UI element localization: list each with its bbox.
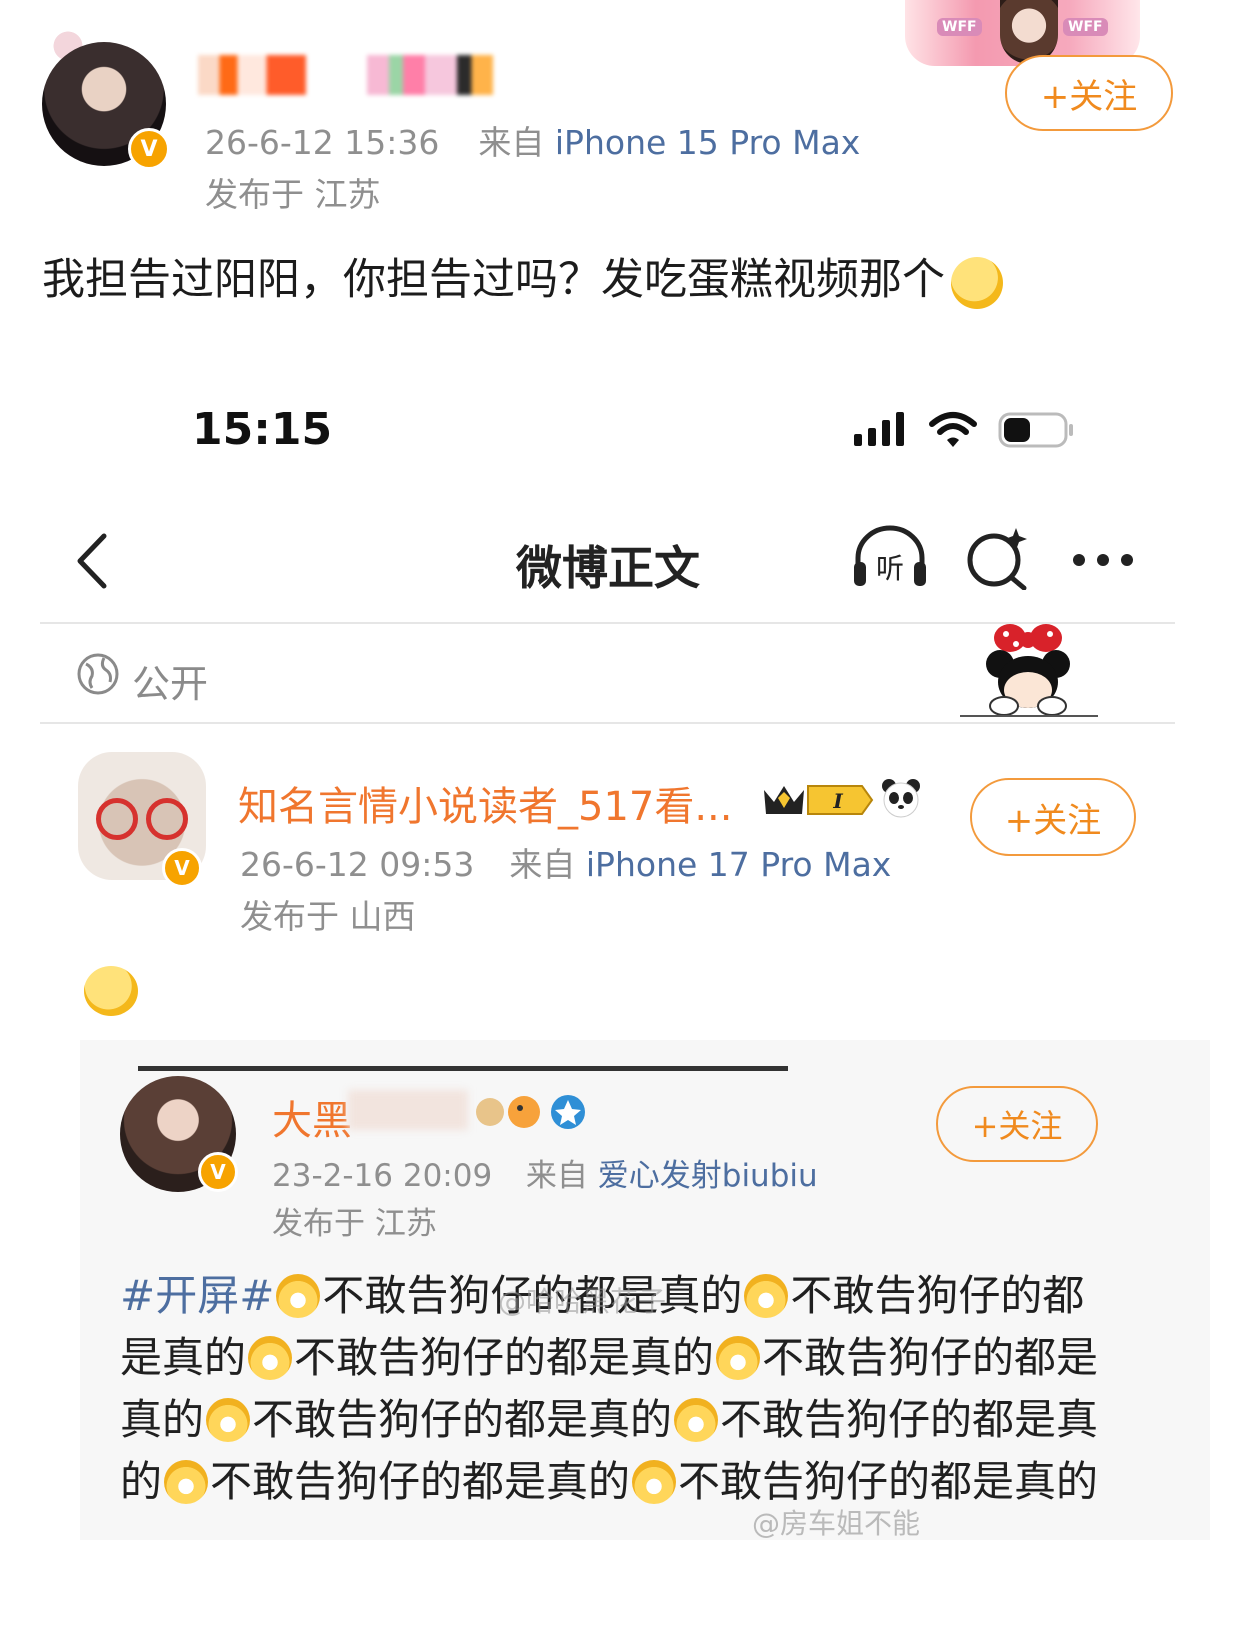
banner-tag: WFF: [937, 18, 982, 36]
repeated-phrase: 不敢告狗仔的都是真的: [678, 1457, 1099, 1506]
banner-tag: WFF: [1063, 18, 1108, 36]
repeated-phrase: 不敢告狗仔的都是真的: [210, 1457, 631, 1506]
author-name-redacted: [348, 1090, 468, 1130]
minnie-mouse-sticker: [960, 624, 1098, 717]
crown-level-badge-icon: I: [764, 785, 874, 815]
hashtag-link[interactable]: #开屏#: [120, 1271, 274, 1320]
signal-icon: [854, 412, 904, 446]
wifi-icon: [929, 412, 977, 447]
laughing-emoji-icon: [276, 1274, 321, 1318]
more-options-icon[interactable]: [1070, 540, 1136, 580]
listen-headphones-icon[interactable]: 听: [850, 524, 930, 590]
glasses-decoration: [96, 798, 138, 840]
source-prefix: 来自: [478, 123, 545, 162]
thinking-emoji-icon: [951, 256, 1003, 309]
post-location: 发布于 江苏: [272, 1206, 437, 1242]
post-location: 发布于 江苏: [205, 175, 381, 214]
author-name[interactable]: 大黑: [272, 1088, 352, 1146]
listen-label: 听: [876, 552, 904, 585]
battery-icon: [998, 412, 1073, 448]
follow-button[interactable]: +关注: [1005, 55, 1173, 131]
repeated-phrase: 不敢告狗仔的都是真的: [294, 1333, 715, 1382]
verified-badge-icon: V: [162, 848, 202, 888]
verified-badge-icon: V: [198, 1152, 238, 1192]
watermark: @哈哈黑花子: [498, 1285, 667, 1318]
grin-emoji-icon: [674, 1398, 719, 1442]
post-meta: 23-2-16 20:09 来自 爱心发射biubiu: [272, 1150, 818, 1195]
globe-icon: [77, 653, 119, 695]
grin-emoji-icon: [744, 1274, 789, 1318]
divider: [138, 1066, 788, 1071]
covering-eyes-emoji-icon: [84, 966, 138, 1016]
repeated-phrase: 不敢告狗仔的都是真的: [252, 1395, 673, 1444]
post-timestamp: 26-6-12 09:53: [240, 845, 475, 884]
grin-emoji-icon: [632, 1460, 677, 1504]
source-prefix: 来自: [509, 845, 576, 884]
follow-button[interactable]: +关注: [936, 1086, 1098, 1162]
post-location: 发布于 山西: [240, 897, 416, 936]
grin-emoji-icon: [164, 1460, 209, 1504]
verified-badge-icon: V: [128, 128, 170, 170]
grin-emoji-icon: [248, 1336, 293, 1380]
grin-emoji-icon: [206, 1398, 251, 1442]
source-device[interactable]: iPhone 15 Pro Max: [555, 123, 860, 162]
grin-emoji-icon: [716, 1336, 761, 1380]
source-prefix: 来自: [525, 1158, 588, 1194]
author-name-redacted[interactable]: [198, 55, 558, 95]
glasses-decoration: [146, 798, 188, 840]
author-name[interactable]: 知名言情小说读者_517看...: [238, 774, 733, 832]
post-body: 我担告过阳阳，你担告过吗？发吃蛋糕视频那个: [42, 255, 945, 305]
user-badges-icon: [476, 1095, 585, 1129]
source-device[interactable]: 爱心发射biubiu: [598, 1158, 818, 1194]
post-text: 我担告过阳阳，你担告过吗？发吃蛋糕视频那个: [42, 245, 1003, 309]
post-timestamp: 26-6-12 15:36: [205, 123, 440, 162]
post-meta: 26-6-12 15:36 来自 iPhone 15 Pro Max: [205, 116, 860, 164]
post-meta: 26-6-12 09:53 来自 iPhone 17 Pro Max: [240, 838, 891, 886]
source-device[interactable]: iPhone 17 Pro Max: [586, 845, 891, 884]
divider: [40, 722, 1175, 724]
follow-button[interactable]: +关注: [970, 778, 1136, 856]
ai-search-icon[interactable]: [964, 526, 1030, 590]
watermark: @房车姐不能: [752, 1507, 921, 1540]
status-time: 15:15: [192, 404, 333, 455]
visibility-label: 公开: [132, 662, 209, 706]
level-badge-text: I: [832, 789, 843, 813]
page-title: 微博正文: [516, 541, 700, 595]
panda-icon: [882, 779, 920, 818]
post-timestamp: 23-2-16 20:09: [272, 1158, 493, 1194]
